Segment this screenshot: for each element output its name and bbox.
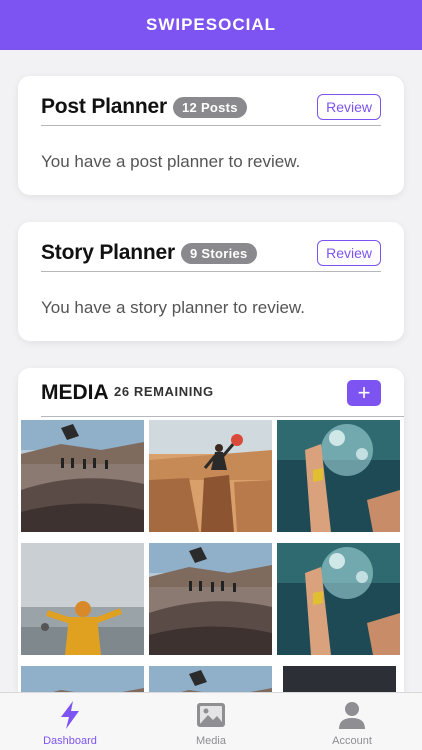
post-count-badge: 12 Posts — [172, 96, 247, 118]
divider — [41, 416, 404, 417]
post-planner-header: Post Planner 12 Posts Review — [41, 90, 381, 124]
post-planner-message: You have a post planner to review. — [41, 152, 301, 171]
divider — [41, 271, 381, 272]
app-header: SWIPESOCIAL — [0, 0, 422, 50]
post-planner-card[interactable]: Post Planner 12 Posts Review You have a … — [18, 76, 404, 195]
story-planner-message: You have a story planner to review. — [41, 298, 305, 317]
story-count-badge: 9 Stories — [180, 242, 257, 264]
story-planner-title: Story Planner — [41, 241, 175, 264]
media-thumbnail-snow[interactable] — [21, 543, 144, 655]
media-thumbnail-desert[interactable] — [149, 420, 272, 532]
media-thumbnail-skatepark[interactable] — [149, 543, 272, 655]
story-planner-card[interactable]: Story Planner 9 Stories Review You have … — [18, 222, 404, 341]
tab-bar: Dashboard Media Account — [0, 692, 422, 750]
tab-account-label: Account — [332, 735, 372, 747]
lightning-icon — [61, 701, 79, 729]
tab-dashboard[interactable]: Dashboard — [0, 693, 140, 750]
add-media-button[interactable]: + — [347, 380, 381, 406]
person-icon — [339, 702, 365, 729]
media-thumbnail-underwater[interactable] — [277, 543, 400, 655]
media-remaining-count: 26 REMAINING — [114, 384, 214, 399]
app-title: SWIPESOCIAL — [145, 15, 276, 34]
divider — [41, 125, 381, 126]
story-planner-header: Story Planner 9 Stories Review — [41, 236, 381, 270]
post-planner-title: Post Planner — [41, 95, 167, 118]
tab-account[interactable]: Account — [282, 693, 422, 750]
tab-media-label: Media — [196, 735, 226, 747]
media-title: MEDIA — [41, 381, 109, 404]
media-thumbnail-skatepark[interactable] — [21, 420, 144, 532]
post-planner-review-button[interactable]: Review — [317, 94, 381, 120]
media-thumbnail-underwater[interactable] — [277, 420, 400, 532]
photo-icon — [197, 703, 225, 727]
story-planner-review-button[interactable]: Review — [317, 240, 381, 266]
tab-dashboard-label: Dashboard — [43, 735, 97, 747]
media-card: MEDIA 26 REMAINING + — [18, 368, 404, 708]
tab-media[interactable]: Media — [141, 693, 281, 750]
